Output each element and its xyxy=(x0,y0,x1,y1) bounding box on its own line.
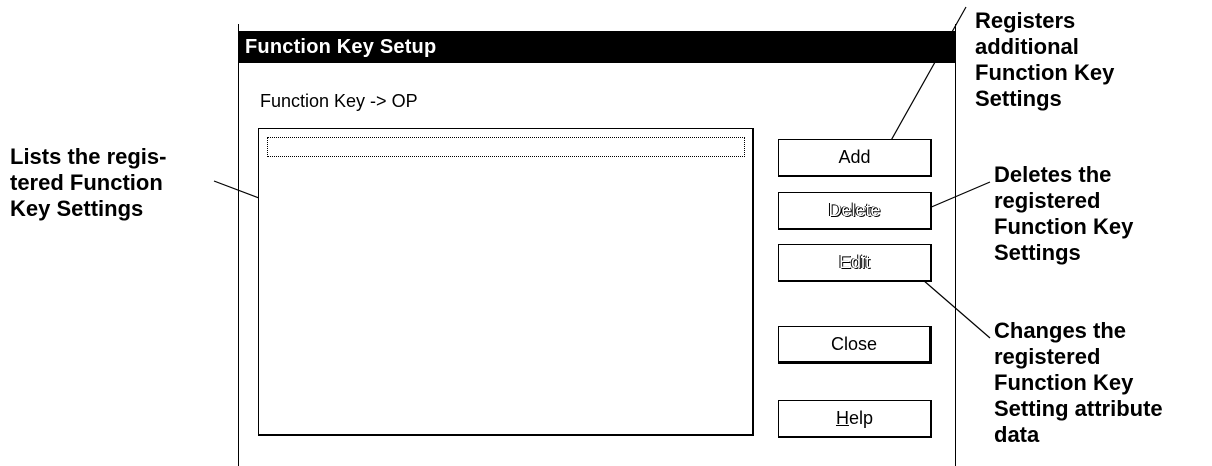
help-mnemonic: H xyxy=(835,408,849,428)
callout-line: Setting attribute xyxy=(994,396,1163,421)
section-label: Function Key -> OP xyxy=(260,91,418,111)
callout-delete-description: Deletes the registered Function Key Sett… xyxy=(994,162,1133,266)
callout-line: Function Key xyxy=(994,370,1134,395)
callout-line: registered xyxy=(994,188,1101,213)
dialog-title: Function Key Setup xyxy=(245,36,437,58)
callout-line: Key Settings xyxy=(10,196,144,221)
help-label-rest: elp xyxy=(848,408,874,428)
delete-button[interactable]: Delete xyxy=(778,192,932,230)
callout-line: Settings xyxy=(994,240,1081,265)
callout-edit-description: Changes the registered Function Key Sett… xyxy=(994,318,1163,448)
add-button[interactable]: Add xyxy=(778,139,932,177)
edit-button-label: Edit xyxy=(838,252,871,272)
callout-line: Deletes the xyxy=(994,162,1112,187)
callout-line: Function Key xyxy=(994,214,1134,239)
dialog-titlebar[interactable]: Function Key Setup xyxy=(239,31,955,63)
callout-line: Settings xyxy=(975,86,1062,111)
help-button[interactable]: Help xyxy=(778,400,932,438)
callout-add-description: Registers additional Function Key Settin… xyxy=(975,8,1114,112)
list-focus-row[interactable] xyxy=(267,137,745,157)
function-key-list[interactable] xyxy=(258,128,754,436)
callout-line: tered Function xyxy=(10,170,163,195)
callout-line: Lists the regis- xyxy=(10,144,167,169)
close-button-label: Close xyxy=(830,333,878,354)
callout-line: Registers xyxy=(975,8,1076,33)
callout-line: data xyxy=(994,422,1040,447)
callout-line: registered xyxy=(994,344,1101,369)
dialog-right-border xyxy=(955,24,956,466)
callout-line: Changes the xyxy=(994,318,1127,343)
add-button-label: Add xyxy=(838,147,871,167)
leader-line-add xyxy=(879,6,967,161)
dialog-left-border xyxy=(238,24,239,466)
delete-button-label: Delete xyxy=(828,200,881,220)
callout-list-description: Lists the regis- tered Function Key Sett… xyxy=(10,144,166,222)
help-button-label: Help xyxy=(836,408,873,429)
callout-line: Function Key xyxy=(975,60,1115,85)
close-button[interactable]: Close xyxy=(778,326,932,364)
edit-button[interactable]: Edit xyxy=(778,244,932,282)
callout-line: additional xyxy=(975,34,1079,59)
